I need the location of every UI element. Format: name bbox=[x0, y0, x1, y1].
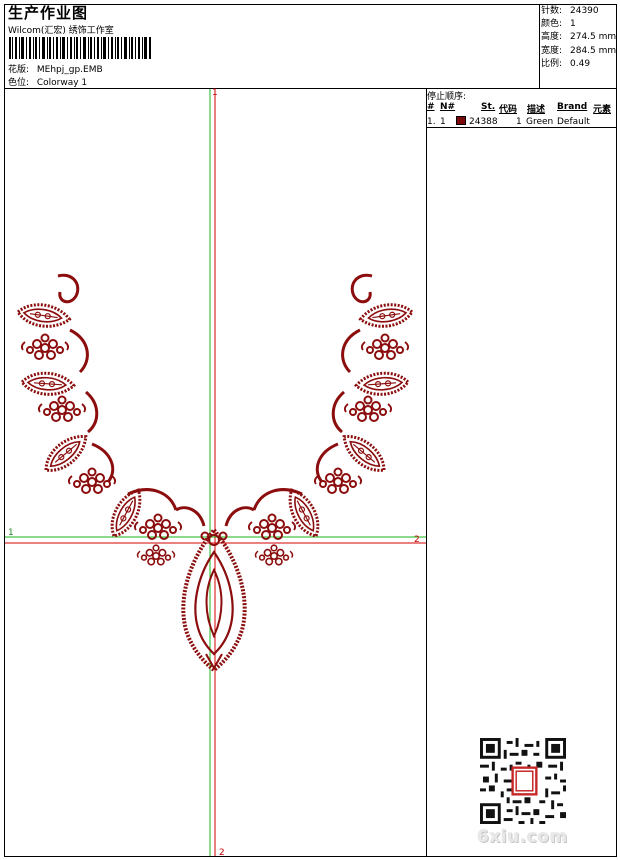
stats-divider bbox=[539, 4, 540, 89]
right-necklace-half bbox=[224, 273, 415, 566]
height-label: 高度: bbox=[541, 32, 563, 43]
row-brand: Default bbox=[557, 117, 590, 127]
axis-label-bottom: 2 bbox=[219, 848, 225, 858]
watermark-logo: 6xiu.com bbox=[477, 827, 568, 847]
scale-value: 0.49 bbox=[570, 58, 591, 69]
colorway-row: 色位: Colorway 1 bbox=[8, 75, 87, 88]
stitch-count-value: 24390 bbox=[570, 6, 599, 16]
row-code: 1 bbox=[516, 117, 522, 127]
col-header-stitches: St. bbox=[481, 102, 496, 112]
page-title: 生产作业图 bbox=[8, 4, 89, 22]
row-stitches: 24388 bbox=[469, 117, 498, 127]
row-index: 1. bbox=[427, 117, 436, 127]
col-header-description: 描述 bbox=[527, 105, 546, 115]
col-header-code: 代码 bbox=[499, 105, 518, 115]
axis-label-left: 1 bbox=[8, 528, 14, 538]
col-header-element: 元素 bbox=[593, 105, 612, 115]
scale-label: 比例: bbox=[541, 58, 563, 69]
width-label: 宽度: bbox=[541, 45, 563, 56]
width-value: 284.5 mm bbox=[570, 45, 617, 56]
axis-label-right: 2 bbox=[414, 535, 420, 545]
embroidery-design bbox=[5, 89, 426, 856]
left-necklace-half bbox=[15, 273, 206, 566]
color-count-label: 颜色: bbox=[541, 19, 563, 30]
design-label: 花版: bbox=[8, 65, 30, 75]
design-file-row: 花版: MEhpj_gp.EMB bbox=[8, 62, 103, 75]
table-divider bbox=[426, 127, 617, 128]
side-panel-divider bbox=[426, 88, 427, 857]
stitch-count-label: 针数: bbox=[541, 6, 563, 16]
design-file-value: MEhpj_gp.EMB bbox=[36, 65, 103, 75]
barcode bbox=[9, 37, 151, 59]
row-number: 1 bbox=[440, 117, 446, 127]
studio-name: Wilcom(汇宏) 绣饰工作室 bbox=[8, 26, 114, 36]
height-value: 274.5 mm bbox=[570, 32, 617, 43]
qr-code bbox=[480, 738, 566, 824]
col-header-brand: Brand bbox=[557, 102, 588, 112]
colorway-label: 色位: bbox=[8, 78, 30, 88]
color-count-value: 1 bbox=[570, 19, 576, 30]
center-pendant bbox=[181, 526, 247, 673]
stop-sequence-title: 停止顺序: bbox=[427, 92, 467, 102]
col-header-index: # bbox=[427, 102, 435, 112]
stats-panel: 针数: 24390 颜色: 1 高度: 274.5 mm 宽度: 284.5 mm 比例… bbox=[541, 5, 616, 71]
colorway-value: Colorway 1 bbox=[36, 78, 88, 88]
row-description: Green bbox=[526, 117, 554, 127]
thread-color-swatch bbox=[456, 116, 466, 125]
axis-label-top: 1 bbox=[212, 88, 218, 98]
col-header-number: N# bbox=[440, 102, 456, 112]
